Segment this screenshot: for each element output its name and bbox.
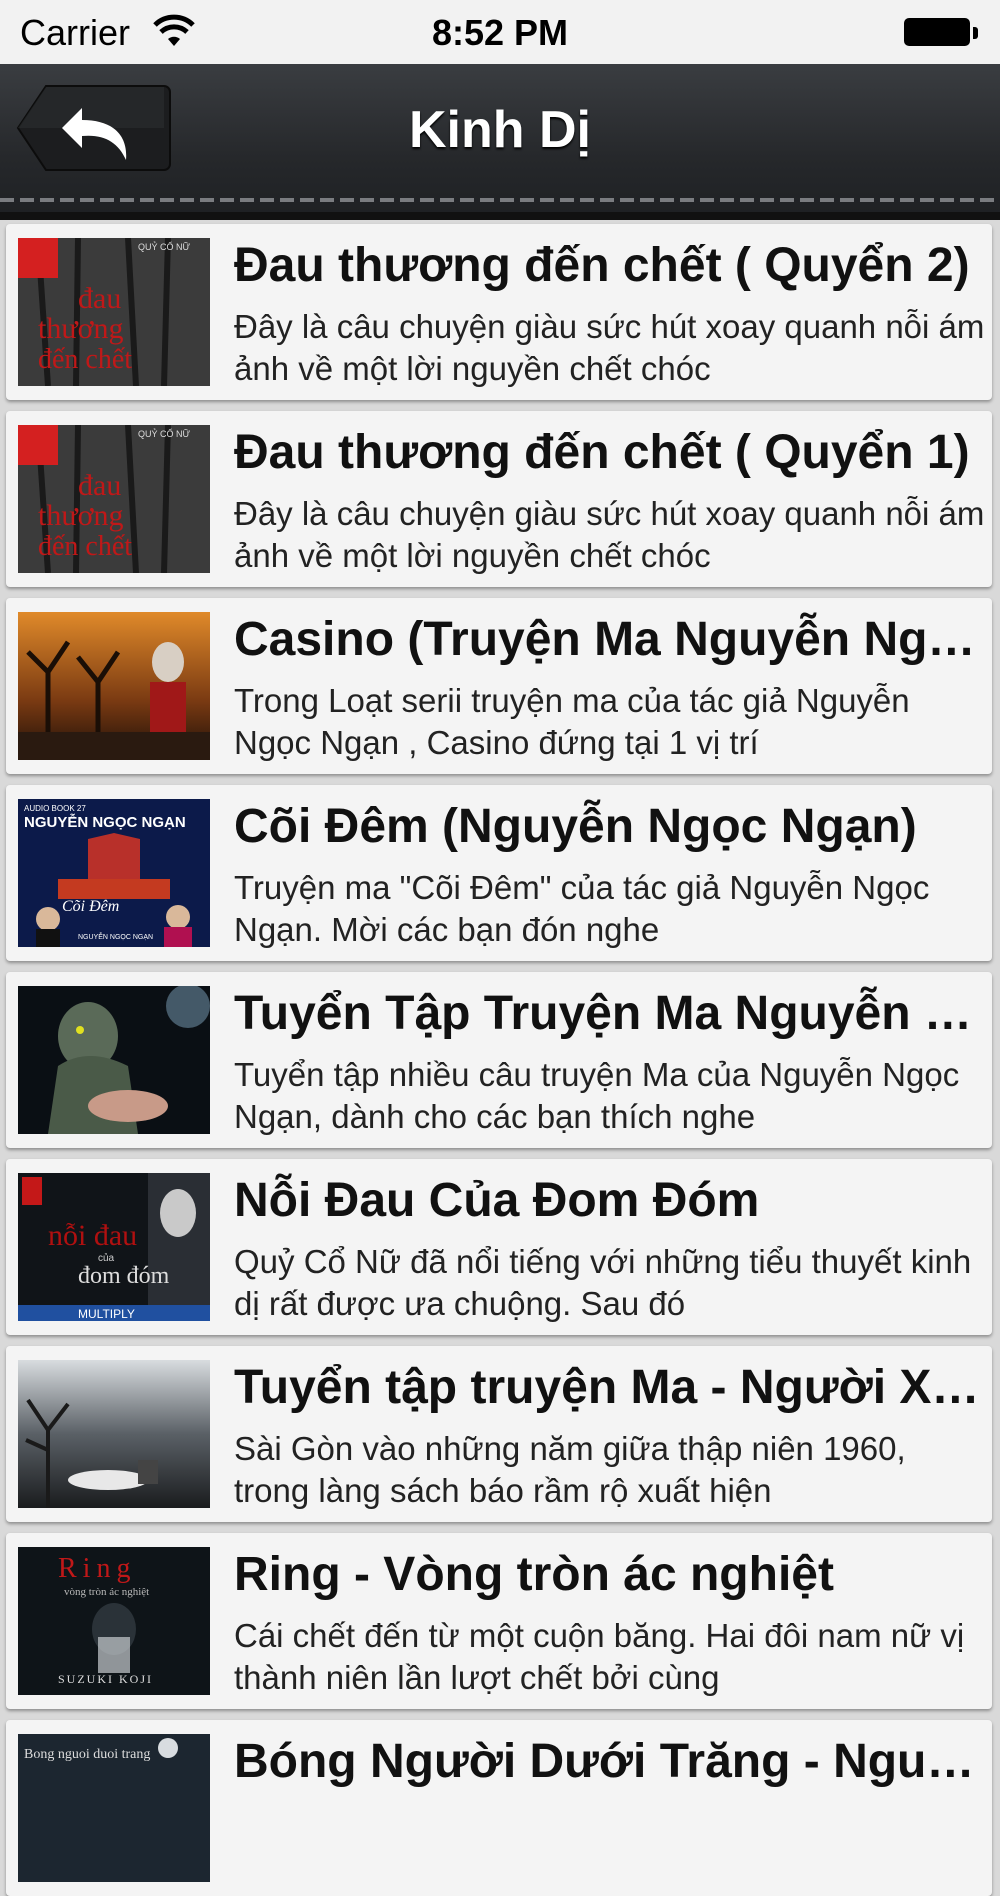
item-description: Sài Gòn vào những năm giữa thập niên 196… xyxy=(234,1430,906,1509)
cover-thumbnail: nỗi đau của đom đóm MULTIPLY xyxy=(18,1173,210,1321)
list-item[interactable]: đau thương đến chết QUỶ CỔ NỮ Đau thương… xyxy=(6,411,992,587)
svg-text:Cõi Đêm: Cõi Đêm xyxy=(62,898,119,915)
svg-text:MULTIPLY: MULTIPLY xyxy=(78,1307,135,1321)
item-title: Đau thương đến chết ( Quyển 2) xyxy=(234,239,970,292)
cover-thumbnail xyxy=(18,1360,210,1508)
item-title: Ring - Vòng tròn ác nghiệt xyxy=(234,1548,834,1601)
item-description: Đây là câu chuyện giàu sức hút xoay quan… xyxy=(234,308,985,387)
list-item[interactable]: Tuyển tập truyện Ma - Người Xưa Sài Gòn … xyxy=(6,1346,992,1522)
svg-text:SUZUKI KOJI: SUZUKI KOJI xyxy=(58,1672,153,1686)
list-item[interactable]: Casino (Truyện Ma Nguyễn Ngọc Ngạn) Tron… xyxy=(6,598,992,774)
svg-text:QUỶ CỔ NỮ: QUỶ CỔ NỮ xyxy=(138,241,191,252)
cover-thumbnail: Ring vòng tròn ác nghiệt SUZUKI KOJI xyxy=(18,1547,210,1695)
cover-thumbnail xyxy=(18,986,210,1134)
nav-bottom-edge xyxy=(0,212,1000,220)
item-description: Cái chết đến từ một cuộn băng. Hai đôi n… xyxy=(234,1617,965,1696)
item-description: Quỷ Cổ Nữ đã nổi tiếng với những tiểu th… xyxy=(234,1243,972,1322)
list-item[interactable]: AUDIO BOOK 27 NGUYỄN NGỌC NGẠN Cõi Đêm N… xyxy=(6,785,992,961)
list-item[interactable]: Tuyển Tập Truyện Ma Nguyễn Ngọc Ngạn Tuy… xyxy=(6,972,992,1148)
cover-thumbnail xyxy=(18,612,210,760)
item-title: Casino (Truyện Ma Nguyễn Ngọc Ngạn) xyxy=(234,613,984,666)
svg-text:đom đóm: đom đóm xyxy=(78,1263,170,1289)
cover-thumbnail: đau thương đến chết QUỶ CỔ NỮ xyxy=(18,425,210,573)
svg-text:NGUYỄN NGỌC NGẠN: NGUYỄN NGỌC NGẠN xyxy=(24,814,186,831)
item-description: Truyện ma "Cõi Đêm" của tác giả Nguyễn N… xyxy=(234,869,930,948)
cover-thumbnail: đau thương đến chết QUỶ CỔ NỮ xyxy=(18,238,210,386)
svg-text:vòng tròn ác nghiệt: vòng tròn ác nghiệt xyxy=(64,1586,149,1598)
list-item[interactable]: Ring vòng tròn ác nghiệt SUZUKI KOJI Rin… xyxy=(6,1533,992,1709)
item-title: Cõi Đêm (Nguyễn Ngọc Ngạn) xyxy=(234,800,917,853)
list-item[interactable]: Bong nguoi duoi trang Bóng Người Dưới Tr… xyxy=(6,1720,992,1896)
svg-text:nỗi đau: nỗi đau xyxy=(48,1219,137,1252)
item-title: Đau thương đến chết ( Quyển 1) xyxy=(234,426,970,479)
page-title: Kinh Dị xyxy=(409,101,591,159)
list-item[interactable]: nỗi đau của đom đóm MULTIPLY Nỗi Đau Của… xyxy=(6,1159,992,1335)
item-description: Đây là câu chuyện giàu sức hút xoay quan… xyxy=(234,495,985,574)
navigation-bar: Kinh Dị xyxy=(0,64,1000,220)
nav-stitch-divider xyxy=(0,198,1000,202)
list-item[interactable]: đau thương đến chết QUỶ CỔ NỮ Đau thương… xyxy=(6,224,992,400)
item-title: Tuyển Tập Truyện Ma Nguyễn Ngọc Ngạn xyxy=(234,987,984,1040)
svg-text:đến chết: đến chết xyxy=(38,531,132,562)
cover-thumbnail: Bong nguoi duoi trang xyxy=(18,1734,210,1882)
status-bar: Carrier 8:52 PM xyxy=(0,0,1000,64)
svg-text:thương: thương xyxy=(38,499,123,532)
svg-text:đến chết: đến chết xyxy=(38,344,132,375)
item-description: Trong Loạt serii truyện ma của tác giả N… xyxy=(234,682,910,761)
cover-thumbnail: AUDIO BOOK 27 NGUYỄN NGỌC NGẠN Cõi Đêm N… xyxy=(18,799,210,947)
item-title: Bóng Người Dưới Trăng - Nguyễn Ngọc Ngạn xyxy=(234,1735,984,1788)
item-description: Tuyển tập nhiều câu truyện Ma của Nguyễn… xyxy=(234,1056,960,1135)
thumb-cover-text: đau xyxy=(78,282,121,315)
item-title: Nỗi Đau Của Đom Đóm xyxy=(234,1174,760,1227)
svg-text:thương: thương xyxy=(38,312,123,345)
status-time: 8:52 PM xyxy=(431,12,569,53)
svg-text:Bong nguoi duoi trang: Bong nguoi duoi trang xyxy=(24,1747,150,1762)
battery-icon xyxy=(904,18,978,48)
svg-text:QUỶ CỔ NỮ: QUỶ CỔ NỮ xyxy=(138,428,191,439)
svg-text:AUDIO BOOK 27: AUDIO BOOK 27 xyxy=(24,804,86,813)
svg-text:Ring: Ring xyxy=(58,1553,136,1584)
item-title: Tuyển tập truyện Ma - Người Xưa xyxy=(234,1361,984,1414)
svg-text:đau: đau xyxy=(78,469,121,502)
svg-text:NGUYỄN NGỌC NGẠN: NGUYỄN NGỌC NGẠN xyxy=(78,932,153,941)
